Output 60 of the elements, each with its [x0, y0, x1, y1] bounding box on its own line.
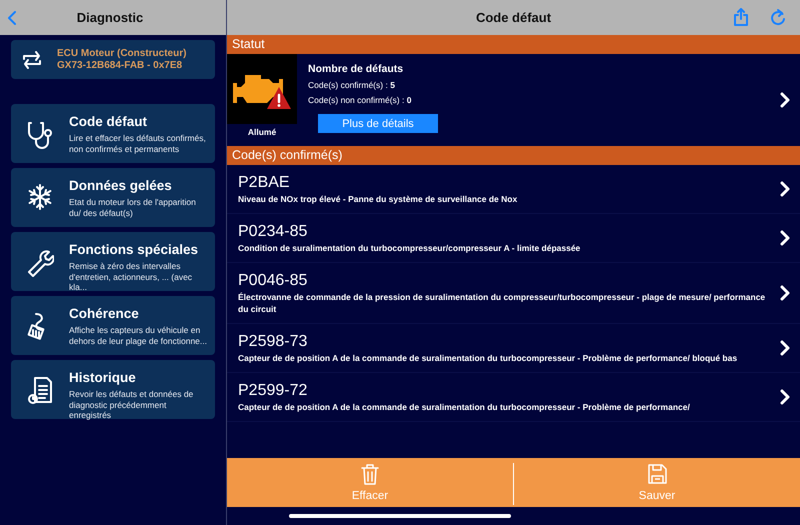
- trash-icon: [360, 463, 380, 485]
- chevron-right-icon: [780, 181, 790, 197]
- fault-description: Condition de suralimentation du turbocompresseur/compresseur A - limite dépassée: [238, 242, 582, 254]
- fault-count: Code(s) non confirmé(s) : 0: [308, 95, 412, 105]
- back-button[interactable]: [8, 10, 16, 24]
- fault-row[interactable]: P0234-85 Condition de suralimentation du turbocompresseur/compresseur A - limite dépassée: [227, 214, 800, 263]
- fault-row[interactable]: P0046-85 Électrovanne de commande de la pression de suralimentation du compresseur/turbocompresseur - plage de mesure/ performance du circuit: [227, 263, 800, 324]
- ecu-reference: GX73-12B684-FAB - 0x7E8: [57, 60, 184, 72]
- fault-count: Code(s) confirmé(s) : 5: [308, 80, 396, 90]
- menu-card[interactable]: Cohérence Affiche les capteurs du véhicule en dehors de leur plage de fonctionne...: [11, 296, 215, 355]
- page-title: Code défaut: [476, 10, 552, 25]
- share-button[interactable]: [734, 8, 748, 26]
- back-icon: [8, 10, 16, 24]
- fault-description: Niveau de NOx trop élevé - Panne du système de surveillance de Nox: [238, 193, 518, 205]
- fault-code: P0234-85: [238, 222, 308, 242]
- chevron-right-icon: [780, 285, 790, 301]
- menu-card[interactable]: Données gelées Etat du moteur lors de l'apparition du/ des défaut(s): [11, 168, 215, 227]
- chevron-right-icon: [780, 92, 790, 108]
- menu-description: Affiche les capteurs du véhicule en dehors de leur plage de fonctionne...: [69, 325, 208, 346]
- snowflake-icon: [26, 182, 54, 212]
- status-title: Nombre de défauts: [308, 63, 404, 75]
- menu-card[interactable]: Code défaut Lire et effacer les défauts confirmés, non confirmés et permanents: [11, 104, 215, 163]
- section-header: Statut: [227, 35, 800, 54]
- fault-code: P2599-72: [238, 381, 308, 401]
- share-icon: [734, 8, 748, 26]
- menu-description: Revoir les défauts et données de diagnostic précédemment enregistrés: [69, 389, 194, 420]
- menu-title: Historique: [69, 370, 137, 386]
- fault-description: Capteur de de position A de la commande de suralimentation du turbocompresseur - Problème de performance/: [238, 401, 691, 413]
- refresh-icon: [770, 8, 786, 26]
- refresh-arrows-icon: [21, 50, 43, 70]
- fault-row[interactable]: P2598-73 Capteur de de position A de la commande de suralimentation du turbocompresseur - Problème de performance/ bloqué bas: [227, 324, 800, 373]
- menu-title: Cohérence: [69, 306, 140, 322]
- fault-row[interactable]: P2BAE Niveau de NOx trop élevé - Panne du système de surveillance de Nox: [227, 165, 800, 214]
- menu-card[interactable]: Historique Revoir les défauts et données de diagnostic précédemment enregistrés: [11, 360, 215, 419]
- fault-code: P2598-73: [238, 332, 308, 352]
- menu-description: Remise à zéro des intervalles d'entretien, actionneurs, ... (avec kla...: [69, 261, 194, 292]
- chevron-right-icon: [780, 230, 790, 246]
- ecu-card[interactable]: ECU Moteur (Constructeur) GX73-12B684-FAB - 0x7E8: [11, 40, 215, 79]
- chevron-right-icon: [780, 340, 790, 356]
- menu-description: Etat du moteur lors de l'apparition du/ des défaut(s): [69, 197, 197, 218]
- menu-card[interactable]: Fonctions spéciales Remise à zéro des intervalles d'entretien, actionneurs, ... (avec kla...: [11, 232, 215, 291]
- save-icon: [646, 463, 668, 485]
- menu-description: Lire et effacer les défauts confirmés, non confirmés et permanents: [69, 133, 207, 154]
- fault-code: P2BAE: [238, 173, 291, 193]
- lamp-status: Allumé: [248, 127, 276, 137]
- ecu-name: ECU Moteur (Constructeur): [57, 48, 186, 60]
- menu-title: Code défaut: [69, 114, 148, 130]
- menu-title: Données gelées: [69, 178, 173, 194]
- section-header: Code(s) confirmé(s): [227, 146, 800, 165]
- chevron-right-icon: [780, 389, 790, 405]
- menu-title: Fonctions spéciales: [69, 242, 200, 258]
- fault-row[interactable]: P2599-72 Capteur de de position A de la commande de suralimentation du turbocompresseur - Problème de performance/: [227, 373, 800, 422]
- fault-code: P0046-85: [238, 271, 308, 291]
- details-button[interactable]: Plus de détails: [318, 114, 438, 133]
- refresh-button[interactable]: [770, 8, 786, 26]
- fault-description: Électrovanne de commande de la pression de suralimentation du compresseur/turbocompresseur - plage de mesure/ performance du circuit: [238, 291, 766, 315]
- status-panel[interactable]: Allumé Nombre de défauts Code(s) confirmé(s) : 5 Code(s) non confirmé(s) : 0 Plus de détails: [227, 54, 800, 146]
- document-clock-icon: [26, 374, 54, 404]
- fault-description: Capteur de de position A de la commande de suralimentation du turbocompresseur - Problème de performance/ bloqué bas: [238, 352, 738, 364]
- sidebar-title: Diagnostic: [76, 10, 144, 25]
